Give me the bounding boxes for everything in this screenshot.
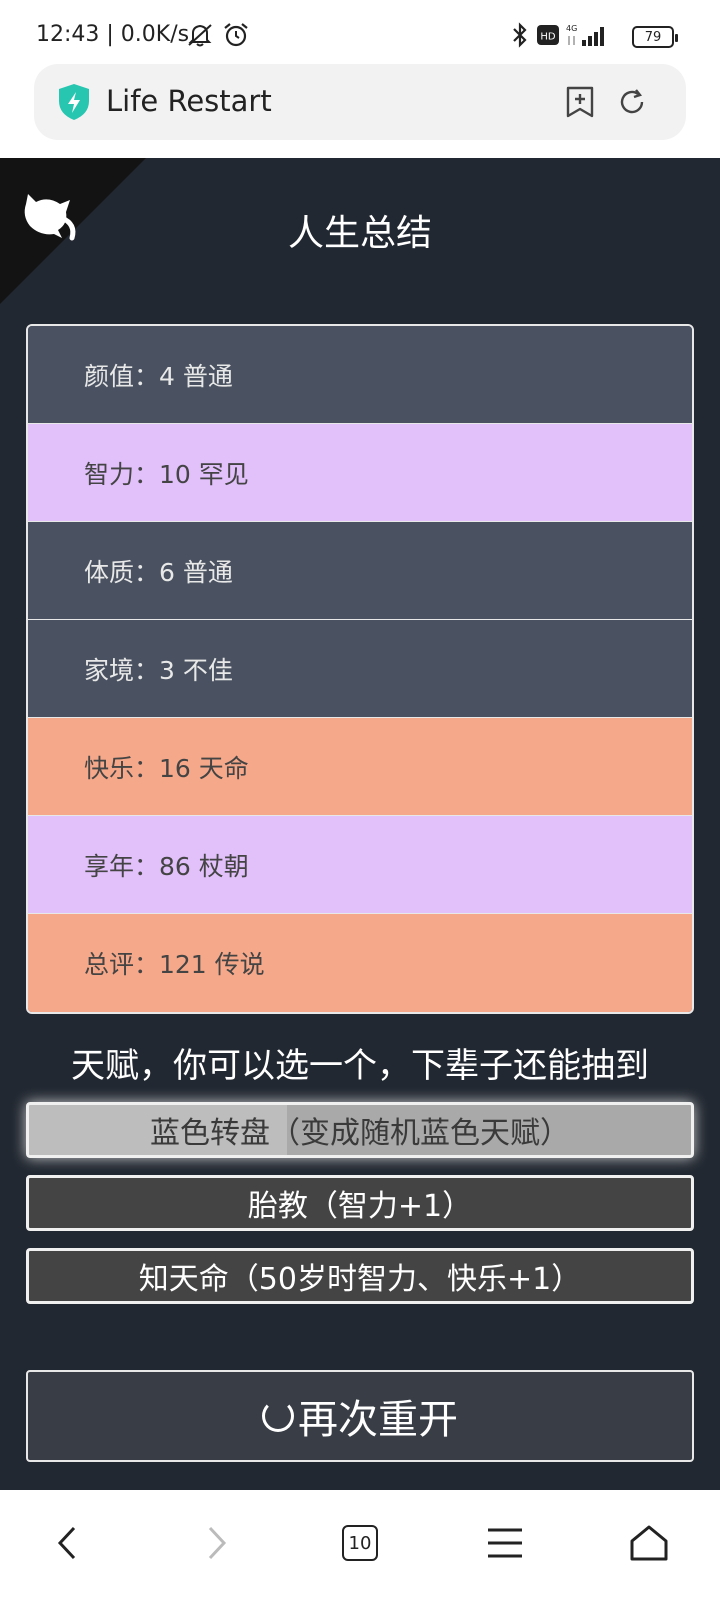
summary-row-intelligence: 智力：10 罕见 bbox=[28, 424, 692, 522]
summary-row-lifespan: 享年：86 杖朝 bbox=[28, 816, 692, 914]
talent-heading: 天赋，你可以选一个，下辈子还能抽到 bbox=[71, 1046, 649, 1086]
summary-title: 人生总结 bbox=[287, 213, 432, 254]
summary-row-family: 家境：3 不佳 bbox=[28, 620, 692, 718]
tabs-icon[interactable]: 10 bbox=[335, 1518, 385, 1568]
hd-icon: HD bbox=[536, 22, 560, 48]
loading-icon bbox=[262, 1400, 294, 1432]
menu-icon[interactable] bbox=[480, 1518, 530, 1568]
svg-text:4G: 4G bbox=[566, 24, 577, 33]
tab-count: 10 bbox=[342, 1525, 378, 1561]
alarm-icon bbox=[222, 22, 250, 48]
restart-label: 再次重开 bbox=[298, 1397, 458, 1443]
status-time: 12:43 | 0.0K/s bbox=[36, 22, 190, 47]
talent-option-prenatal[interactable]: 胎教（智力+1） bbox=[26, 1175, 694, 1231]
talent-option-blue-wheel[interactable]: 蓝色转盘（变成随机蓝色天赋） bbox=[26, 1102, 694, 1158]
summary-row-constitution: 体质：6 普通 bbox=[28, 522, 692, 620]
back-icon[interactable] bbox=[44, 1518, 94, 1568]
status-bar: 12:43 | 0.0K/s HD 4G 79 bbox=[0, 0, 720, 62]
summary-row-overall: 总评：121 传说 bbox=[28, 914, 692, 1012]
bluetooth-icon bbox=[510, 22, 530, 48]
home-icon[interactable] bbox=[624, 1518, 674, 1568]
bottom-nav: 10 bbox=[0, 1490, 720, 1600]
app-area: 人生总结 颜值：4 普通 智力：10 罕见 体质：6 普通 家境：3 不佳 快乐… bbox=[0, 158, 720, 1490]
restart-button[interactable]: 再次重开 bbox=[26, 1370, 694, 1462]
shield-icon bbox=[56, 82, 92, 122]
refresh-icon[interactable] bbox=[614, 84, 650, 120]
life-summary-list: 颜值：4 普通 智力：10 罕见 体质：6 普通 家境：3 不佳 快乐：16 天… bbox=[26, 324, 694, 1014]
talent-option-knowing-fate[interactable]: 知天命（50岁时智力、快乐+1） bbox=[26, 1248, 694, 1304]
add-bookmark-icon[interactable] bbox=[562, 84, 598, 120]
address-bar[interactable]: Life Restart bbox=[34, 64, 686, 140]
mute-icon bbox=[186, 22, 214, 48]
signal-4g-icon: 4G bbox=[564, 22, 612, 48]
battery-icon: 79 bbox=[632, 26, 678, 48]
svg-text:HD: HD bbox=[540, 32, 556, 43]
page-title: Life Restart bbox=[106, 84, 272, 118]
forward-icon[interactable] bbox=[190, 1518, 240, 1568]
summary-row-appearance: 颜值：4 普通 bbox=[28, 326, 692, 424]
summary-row-happiness: 快乐：16 天命 bbox=[28, 718, 692, 816]
